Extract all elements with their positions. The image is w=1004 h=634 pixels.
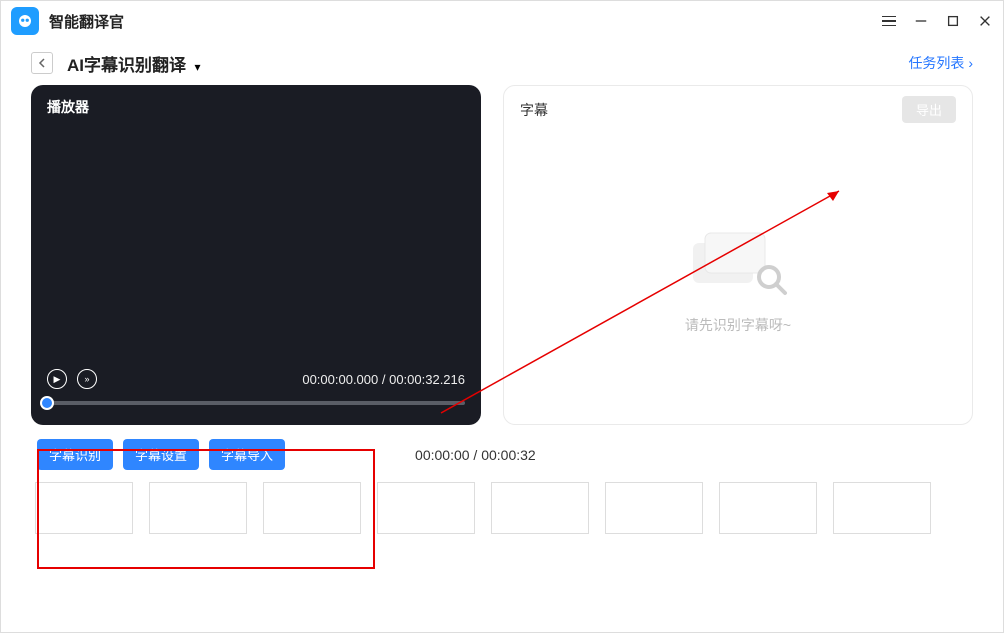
empty-state-icon: [683, 223, 793, 303]
player-time: 00:00:00.000 / 00:00:32.216: [302, 372, 465, 387]
app-logo-icon: [11, 7, 39, 35]
titlebar-left: 智能翻译官: [11, 7, 124, 35]
chevron-down-icon: ▾: [194, 60, 200, 74]
thumbnail[interactable]: [719, 482, 817, 534]
subtitle-title: 字幕: [520, 100, 548, 120]
subtitle-settings-button[interactable]: 字幕设置: [123, 439, 199, 470]
player-title: 播放器: [47, 97, 465, 117]
player-progress-bar[interactable]: [47, 401, 465, 405]
player-controls: ▶ » 00:00:00.000 / 00:00:32.216: [47, 369, 465, 389]
minimize-icon[interactable]: [913, 13, 929, 29]
window-controls: [881, 13, 993, 29]
thumbnail[interactable]: [263, 482, 361, 534]
bottom-row: 字幕识别 字幕设置 字幕导入 00:00:00 / 00:00:32: [1, 439, 1003, 538]
subtitle-recognize-button[interactable]: 字幕识别: [37, 439, 113, 470]
thumbnail[interactable]: [377, 482, 475, 534]
play-icon[interactable]: ▶: [47, 369, 67, 389]
timeline-time: 00:00:00 / 00:00:32: [415, 447, 536, 463]
export-button[interactable]: 导出: [902, 96, 956, 123]
chevron-right-icon: ›: [968, 55, 973, 71]
app-title: 智能翻译官: [49, 11, 124, 32]
menu-icon[interactable]: [881, 13, 897, 29]
player-panel: 播放器 ▶ » 00:00:00.000 / 00:00:32.216: [31, 85, 481, 425]
thumbnail[interactable]: [35, 482, 133, 534]
page-title: AI字幕识别翻译: [67, 56, 186, 75]
subtitle-body: 请先识别字幕呀~: [504, 133, 972, 424]
player-body: [47, 121, 465, 369]
nav-row: AI字幕识别翻译 ▾ 任务列表 ›: [1, 41, 1003, 85]
thumbnail[interactable]: [491, 482, 589, 534]
thumbnail[interactable]: [149, 482, 247, 534]
thumbnail[interactable]: [605, 482, 703, 534]
actions-time-row: 字幕识别 字幕设置 字幕导入 00:00:00 / 00:00:32: [37, 439, 973, 470]
main-row: 播放器 ▶ » 00:00:00.000 / 00:00:32.216 字幕 导…: [1, 85, 1003, 425]
subtitle-panel: 字幕 导出 请先识别字幕呀~: [503, 85, 973, 425]
nav-left: AI字幕识别翻译 ▾: [31, 51, 200, 76]
back-button[interactable]: [31, 52, 53, 74]
subtitle-import-button[interactable]: 字幕导入: [209, 439, 285, 470]
close-icon[interactable]: [977, 13, 993, 29]
fast-forward-icon[interactable]: »: [77, 369, 97, 389]
page-title-dropdown[interactable]: AI字幕识别翻译 ▾: [67, 51, 200, 76]
subtitle-header: 字幕 导出: [504, 86, 972, 133]
progress-thumb[interactable]: [40, 396, 54, 410]
titlebar: 智能翻译官: [1, 1, 1003, 41]
thumbnail[interactable]: [833, 482, 931, 534]
empty-hint: 请先识别字幕呀~: [685, 315, 791, 335]
thumbnail-strip[interactable]: [31, 480, 973, 538]
maximize-icon[interactable]: [945, 13, 961, 29]
task-list-link[interactable]: 任务列表 ›: [908, 53, 973, 73]
